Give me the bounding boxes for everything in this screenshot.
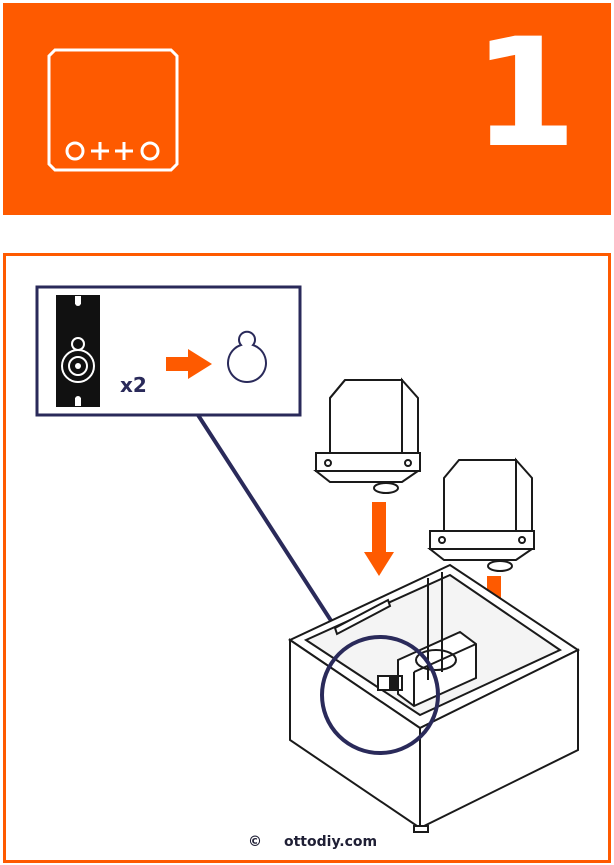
servo-motor — [313, 377, 422, 494]
quantity-label: x2 — [120, 373, 147, 397]
servo-horn-icon — [56, 295, 100, 407]
site-link[interactable]: ottodiy.com — [284, 834, 377, 850]
footer: © ottodiy.com — [0, 832, 614, 856]
arrow-down-icon — [364, 502, 394, 576]
callout-connector — [196, 413, 352, 652]
servo-motor — [427, 457, 536, 572]
assembly-illustration: x2 — [35, 285, 581, 833]
head-box — [287, 563, 581, 833]
copyright-symbol: © — [248, 834, 262, 850]
